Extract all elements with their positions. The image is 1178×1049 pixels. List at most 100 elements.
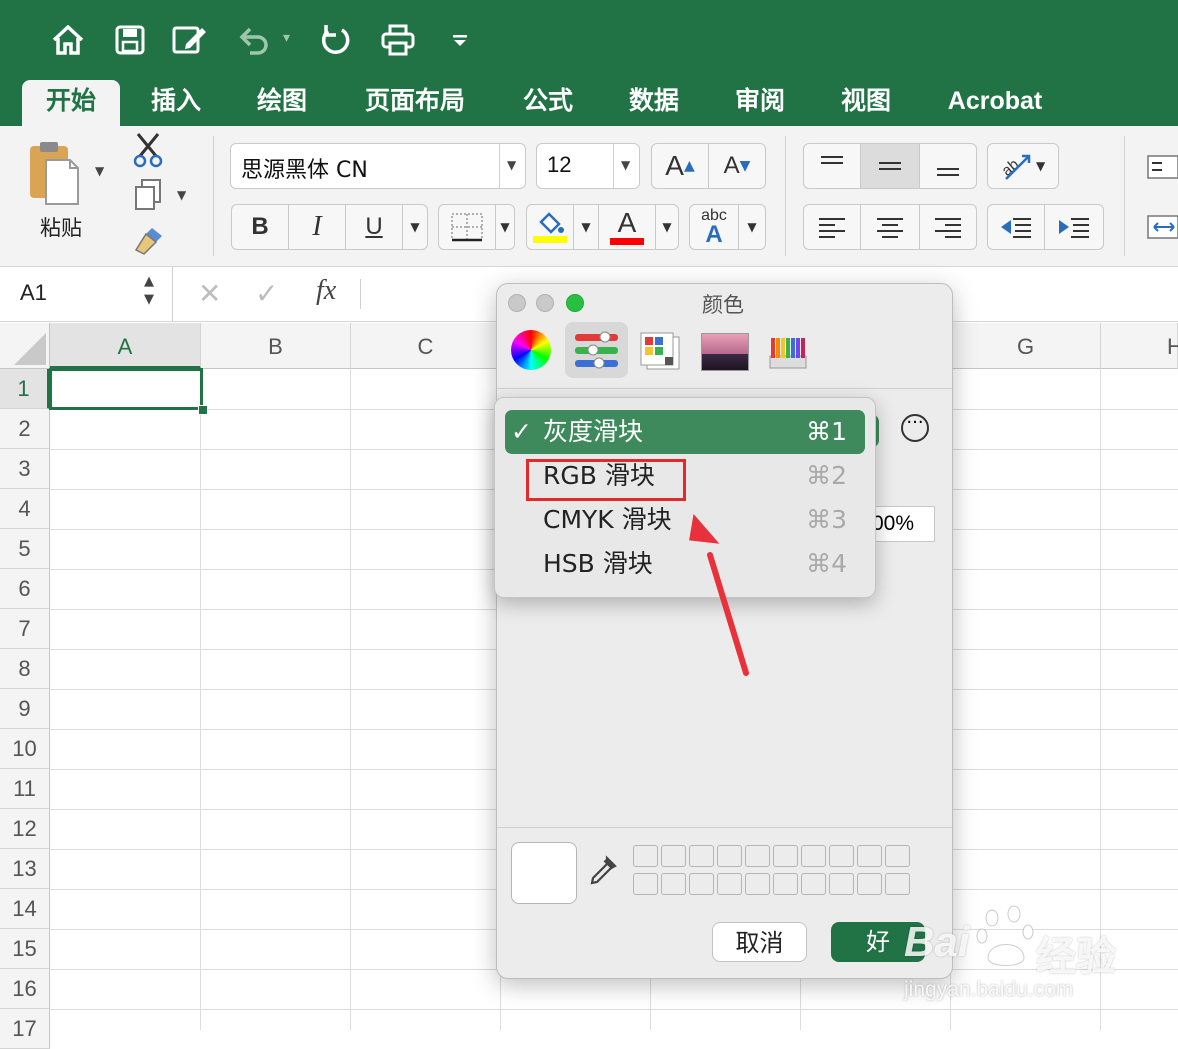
cancel-button[interactable]: 取消 bbox=[712, 922, 807, 962]
wrap-text-icon[interactable] bbox=[1146, 154, 1178, 184]
tab-data[interactable]: 数据 bbox=[616, 80, 692, 126]
row-header-11[interactable]: 11 bbox=[0, 769, 50, 809]
color-swatch-slot[interactable] bbox=[689, 873, 714, 895]
grow-font-button[interactable]: A ▲ bbox=[651, 143, 709, 189]
underline-button[interactable]: U bbox=[345, 204, 403, 250]
color-swatch-slot[interactable] bbox=[773, 845, 798, 867]
color-swatch-slot[interactable] bbox=[717, 845, 742, 867]
font-color-button[interactable]: A bbox=[598, 204, 656, 250]
tab-home[interactable]: 开始 bbox=[22, 80, 120, 126]
column-header-h[interactable]: H bbox=[1101, 323, 1178, 369]
current-color-well[interactable] bbox=[511, 842, 577, 904]
row-header-2[interactable]: 2 bbox=[0, 409, 50, 449]
minimize-window-icon[interactable] bbox=[536, 294, 554, 312]
redo-icon[interactable] bbox=[315, 20, 355, 60]
color-swatch-slot[interactable] bbox=[829, 845, 854, 867]
align-left-button[interactable] bbox=[803, 204, 861, 250]
color-swatch-slot[interactable] bbox=[857, 845, 882, 867]
undo-dropdown-icon[interactable]: ▾ bbox=[283, 30, 290, 46]
text-effects-dropdown-icon[interactable]: ▼ bbox=[738, 204, 766, 250]
row-header-9[interactable]: 9 bbox=[0, 689, 50, 729]
fill-color-dropdown-icon[interactable]: ▼ bbox=[573, 204, 599, 250]
underline-dropdown-icon[interactable]: ▼ bbox=[402, 204, 428, 250]
cut-icon[interactable] bbox=[132, 132, 164, 172]
align-right-button[interactable] bbox=[919, 204, 977, 250]
color-swatch-slot[interactable] bbox=[633, 873, 658, 895]
color-swatch-slot[interactable] bbox=[801, 873, 826, 895]
copy-icon[interactable] bbox=[134, 178, 162, 216]
merge-cells-icon[interactable] bbox=[1146, 214, 1178, 244]
tab-formulas[interactable]: 公式 bbox=[510, 80, 586, 126]
align-bottom-button[interactable] bbox=[919, 143, 977, 189]
name-box[interactable]: A1 ▲ ▼ bbox=[0, 267, 173, 321]
more-options-icon[interactable]: ··· bbox=[901, 414, 929, 442]
color-swatch-slot[interactable] bbox=[661, 845, 686, 867]
column-header-a[interactable]: A bbox=[50, 323, 201, 369]
customize-icon[interactable] bbox=[440, 20, 480, 60]
tab-review[interactable]: 审阅 bbox=[722, 80, 798, 126]
tab-acrobat[interactable]: Acrobat bbox=[936, 80, 1054, 126]
row-header-15[interactable]: 15 bbox=[0, 929, 50, 969]
fill-handle[interactable] bbox=[198, 405, 208, 415]
row-header-8[interactable]: 8 bbox=[0, 649, 50, 689]
font-name-dropdown-icon[interactable]: ▼ bbox=[507, 158, 516, 172]
active-cell[interactable] bbox=[49, 368, 203, 410]
enter-icon[interactable]: ✓ bbox=[255, 277, 278, 310]
row-header-5[interactable]: 5 bbox=[0, 529, 50, 569]
align-top-button[interactable] bbox=[803, 143, 861, 189]
font-size-field[interactable]: 12 ▼ bbox=[536, 143, 640, 189]
save-icon[interactable] bbox=[110, 20, 150, 60]
text-effects-button[interactable]: abc A bbox=[689, 204, 739, 250]
orientation-button[interactable]: ab ▼ bbox=[987, 143, 1059, 189]
font-color-dropdown-icon[interactable]: ▼ bbox=[655, 204, 679, 250]
row-header-7[interactable]: 7 bbox=[0, 609, 50, 649]
font-size-dropdown-icon[interactable]: ▼ bbox=[621, 158, 630, 172]
sliders-mode-button[interactable] bbox=[565, 322, 628, 378]
increase-indent-button[interactable] bbox=[1044, 204, 1104, 250]
tab-insert[interactable]: 插入 bbox=[138, 80, 214, 126]
row-header-16[interactable]: 16 bbox=[0, 969, 50, 1009]
home-icon[interactable] bbox=[48, 20, 88, 60]
color-swatch-slot[interactable] bbox=[745, 873, 770, 895]
tab-page-layout[interactable]: 页面布局 bbox=[352, 80, 478, 126]
image-palette-icon[interactable] bbox=[701, 333, 749, 371]
color-swatch-slot[interactable] bbox=[661, 873, 686, 895]
row-header-10[interactable]: 10 bbox=[0, 729, 50, 769]
paste-dropdown-icon[interactable]: ▼ bbox=[95, 164, 104, 178]
row-header-4[interactable]: 4 bbox=[0, 489, 50, 529]
paste-icon[interactable] bbox=[26, 138, 82, 208]
color-swatch-slot[interactable] bbox=[801, 845, 826, 867]
select-all-corner[interactable] bbox=[0, 323, 50, 369]
eyedropper-icon[interactable] bbox=[587, 854, 619, 892]
print-icon[interactable] bbox=[378, 20, 418, 60]
borders-button[interactable] bbox=[438, 204, 496, 250]
color-swatch-slot[interactable] bbox=[885, 873, 910, 895]
font-name-field[interactable]: 思源黑体 CN ▼ bbox=[230, 143, 526, 189]
menu-item-grayscale-slider[interactable]: ✓ 灰度滑块 ⌘1 bbox=[505, 410, 865, 454]
undo-icon[interactable] bbox=[236, 20, 276, 60]
align-middle-button[interactable] bbox=[860, 143, 920, 189]
bold-button[interactable]: B bbox=[231, 204, 289, 250]
align-center-button[interactable] bbox=[860, 204, 920, 250]
row-header-13[interactable]: 13 bbox=[0, 849, 50, 889]
color-swatch-slot[interactable] bbox=[633, 845, 658, 867]
column-header-g[interactable]: G bbox=[951, 323, 1101, 369]
color-swatch-slot[interactable] bbox=[857, 873, 882, 895]
row-header-1[interactable]: 1 bbox=[0, 369, 50, 409]
column-header-b[interactable]: B bbox=[201, 323, 351, 369]
borders-dropdown-icon[interactable]: ▼ bbox=[495, 204, 515, 250]
row-header-12[interactable]: 12 bbox=[0, 809, 50, 849]
row-header-3[interactable]: 3 bbox=[0, 449, 50, 489]
cancel-icon[interactable]: ✕ bbox=[198, 277, 221, 310]
tab-view[interactable]: 视图 bbox=[828, 80, 904, 126]
pencils-icon[interactable] bbox=[769, 330, 807, 370]
column-header-c[interactable]: C bbox=[351, 323, 501, 369]
percent-value-field[interactable]: 00% bbox=[869, 506, 935, 542]
copy-dropdown-icon[interactable]: ▼ bbox=[177, 188, 186, 202]
insert-function-button[interactable]: fx bbox=[316, 275, 336, 307]
row-header-6[interactable]: 6 bbox=[0, 569, 50, 609]
format-painter-icon[interactable] bbox=[132, 224, 166, 260]
color-swatch-slot[interactable] bbox=[829, 873, 854, 895]
shrink-font-button[interactable]: A ▼ bbox=[708, 143, 766, 189]
tab-draw[interactable]: 绘图 bbox=[244, 80, 320, 126]
